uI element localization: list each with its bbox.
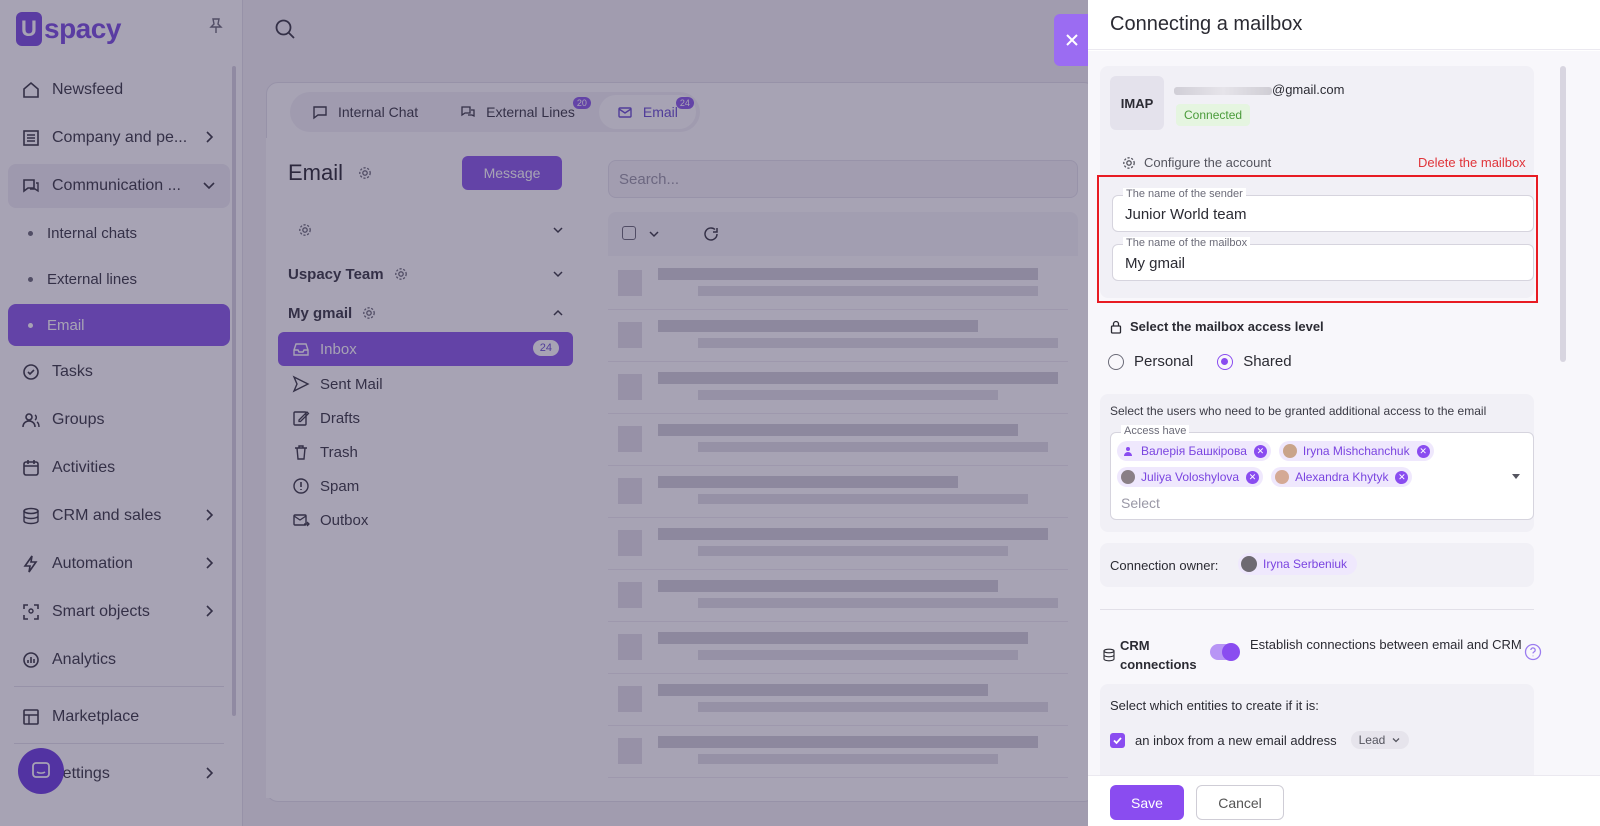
chip-label: Валерія Башкірова: [1141, 444, 1247, 458]
access-users-select[interactable]: Access have Валерія Башкірова ✕ Iryna Mi…: [1110, 425, 1534, 520]
configure-label: Configure the account: [1144, 155, 1272, 170]
access-title-text: Select the mailbox access level: [1130, 319, 1324, 334]
remove-chip-icon[interactable]: ✕: [1395, 470, 1409, 484]
entity-row: an inbox from a new email address Lead: [1110, 731, 1410, 749]
access-level-title: Select the mailbox access level: [1110, 319, 1324, 334]
field-value: My gmail: [1125, 255, 1186, 272]
user-chip[interactable]: Iryna Mishchanchuk ✕: [1278, 441, 1434, 461]
configure-account-link[interactable]: Configure the account: [1122, 155, 1271, 170]
status-badge: Connected: [1176, 104, 1251, 126]
entities-title: Select which entities to create if it is…: [1110, 698, 1319, 713]
crm-connections-label: CRM connections: [1120, 638, 1197, 672]
user-chips: Валерія Башкірова ✕ Iryna Mishchanchuk ✕…: [1117, 441, 1497, 487]
remove-chip-icon[interactable]: ✕: [1246, 470, 1260, 484]
field-value: Junior World team: [1125, 206, 1247, 223]
gear-icon: [1123, 156, 1135, 169]
chip-label: Alexandra Khytyk: [1295, 470, 1389, 484]
cancel-button[interactable]: Cancel: [1196, 785, 1284, 820]
section-divider: [1100, 609, 1534, 610]
radio-shared[interactable]: [1217, 353, 1234, 370]
radio-label-personal[interactable]: Personal: [1134, 353, 1193, 370]
blurred-email-prefix: [1174, 86, 1272, 95]
access-level-radios: Personal Shared: [1108, 353, 1316, 370]
avatar: [1282, 444, 1297, 458]
drawer-header: Connecting a mailbox: [1088, 0, 1600, 50]
connection-owner-label: Connection owner:: [1110, 558, 1219, 573]
remove-chip-icon[interactable]: ✕: [1416, 444, 1430, 458]
drawer-scrollbar[interactable]: [1560, 66, 1566, 362]
new-address-checkbox[interactable]: [1110, 732, 1125, 748]
chip-label: Iryna Mishchanchuk: [1302, 444, 1410, 458]
user-chip[interactable]: Alexandra Khytyk ✕: [1271, 467, 1413, 487]
drawer-body: IMAP @gmail.com Connected Configure the …: [1088, 51, 1600, 775]
protocol-badge: IMAP: [1110, 76, 1164, 130]
drawer-footer: Save Cancel: [1088, 775, 1600, 826]
close-drawer-button[interactable]: [1054, 14, 1090, 66]
avatar: [1121, 470, 1135, 484]
caret-down-icon[interactable]: [1511, 471, 1521, 481]
radio-label-shared[interactable]: Shared: [1243, 353, 1291, 370]
help-icon[interactable]: [1524, 643, 1542, 661]
database-icon: [1103, 648, 1115, 662]
field-label: The name of the mailbox: [1123, 237, 1251, 250]
mailbox-name-field[interactable]: The name of the mailbox My gmail: [1112, 237, 1534, 281]
check-icon: [1113, 736, 1122, 744]
users-access-description: Select the users who need to be granted …: [1110, 404, 1487, 418]
user-chip[interactable]: Juliya Voloshylova ✕: [1117, 467, 1264, 487]
owner-chip[interactable]: Iryna Serbeniuk: [1238, 553, 1358, 575]
avatar: [1241, 556, 1257, 572]
chip-label: Juliya Voloshylova: [1141, 470, 1240, 484]
email-domain: @gmail.com: [1272, 82, 1345, 97]
remove-chip-icon[interactable]: ✕: [1253, 444, 1267, 458]
owner-name: Iryna Serbeniuk: [1263, 557, 1348, 571]
delete-mailbox-link[interactable]: Delete the mailbox: [1418, 155, 1526, 170]
chevron-down-icon: [1392, 738, 1400, 743]
radio-personal[interactable]: [1108, 353, 1124, 370]
user-chip[interactable]: Валерія Башкірова ✕: [1117, 441, 1271, 461]
account-email: @gmail.com: [1174, 82, 1344, 97]
select-placeholder: Select: [1121, 495, 1160, 511]
entity-type-value: Lead: [1358, 733, 1386, 747]
save-button[interactable]: Save: [1110, 785, 1184, 820]
user-icon: [1121, 444, 1135, 458]
lock-icon: [1110, 320, 1122, 334]
connect-mailbox-drawer: Connecting a mailbox IMAP @gmail.com Con…: [1088, 0, 1600, 826]
crm-connections-toggle[interactable]: [1210, 643, 1240, 661]
entity-type-select[interactable]: Lead: [1350, 731, 1410, 749]
field-label: Access have: [1121, 425, 1190, 438]
entity-row-label: an inbox from a new email address: [1135, 732, 1337, 748]
close-icon: [1066, 34, 1078, 46]
sender-name-field[interactable]: The name of the sender Junior World team: [1112, 188, 1534, 232]
avatar: [1275, 470, 1290, 484]
field-label: The name of the sender: [1123, 188, 1246, 201]
crm-connections-description: Establish connections between email and …: [1250, 637, 1522, 652]
drawer-title: Connecting a mailbox: [1110, 13, 1303, 35]
